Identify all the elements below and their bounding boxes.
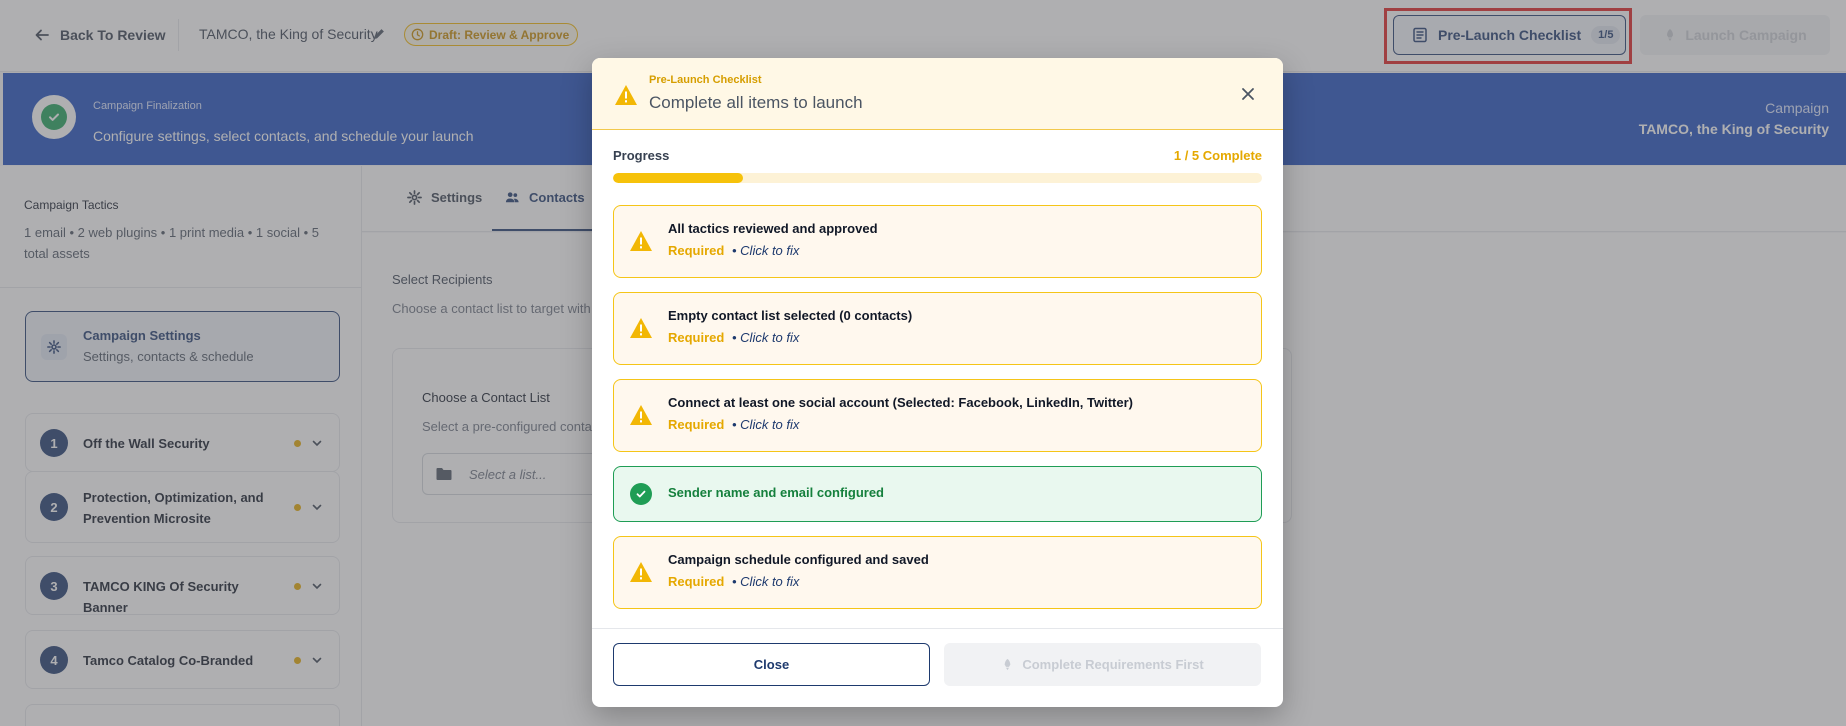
click-to-fix-link[interactable]: • Click to fix xyxy=(732,243,799,258)
modal-kicker: Pre-Launch Checklist xyxy=(649,74,762,86)
warning-icon xyxy=(630,405,652,425)
progress-bar xyxy=(613,173,1262,183)
close-button[interactable]: Close xyxy=(613,643,930,686)
close-icon[interactable] xyxy=(1240,86,1256,102)
click-to-fix-link[interactable]: • Click to fix xyxy=(732,574,799,589)
checklist-item-title: Campaign schedule configured and saved xyxy=(668,552,929,567)
checklist-item-title: Connect at least one social account (Sel… xyxy=(668,395,1133,410)
required-label: Required xyxy=(668,574,725,589)
warning-icon xyxy=(630,562,652,582)
required-label: Required xyxy=(668,330,725,345)
modal-header: Pre-Launch Checklist Complete all items … xyxy=(592,58,1283,130)
checklist-item[interactable]: All tactics reviewed and approved Requir… xyxy=(613,205,1262,278)
warning-icon xyxy=(630,231,652,251)
rocket-icon xyxy=(1005,658,1011,671)
checklist-item[interactable]: Campaign schedule configured and saved R… xyxy=(613,536,1262,609)
warning-icon xyxy=(615,85,637,105)
checklist-item-title: Empty contact list selected (0 contacts) xyxy=(668,308,913,323)
complete-requirements-button[interactable]: Complete Requirements First xyxy=(944,643,1261,686)
checklist-item-title: All tactics reviewed and approved xyxy=(668,221,878,236)
modal-title: Complete all items to launch xyxy=(649,93,863,112)
progress-count: 1 / 5 Complete xyxy=(1173,148,1262,163)
divider xyxy=(592,628,1283,629)
complete-button-label: Complete Requirements First xyxy=(1022,657,1204,672)
click-to-fix-link[interactable]: • Click to fix xyxy=(732,417,799,432)
required-label: Required xyxy=(668,243,725,258)
checklist-item-title: Sender name and email configured xyxy=(668,485,884,500)
warning-icon xyxy=(630,318,652,338)
check-circle-icon xyxy=(630,483,652,505)
pre-launch-checklist-modal: Pre-Launch Checklist Complete all items … xyxy=(592,58,1283,707)
click-to-fix-link[interactable]: • Click to fix xyxy=(732,330,799,345)
checklist-item-complete: Sender name and email configured xyxy=(613,466,1262,522)
checklist-item[interactable]: Connect at least one social account (Sel… xyxy=(613,379,1262,452)
progress-fill xyxy=(613,173,743,183)
checklist-item[interactable]: Empty contact list selected (0 contacts)… xyxy=(613,292,1262,365)
required-label: Required xyxy=(668,417,725,432)
progress-label: Progress xyxy=(613,148,670,163)
